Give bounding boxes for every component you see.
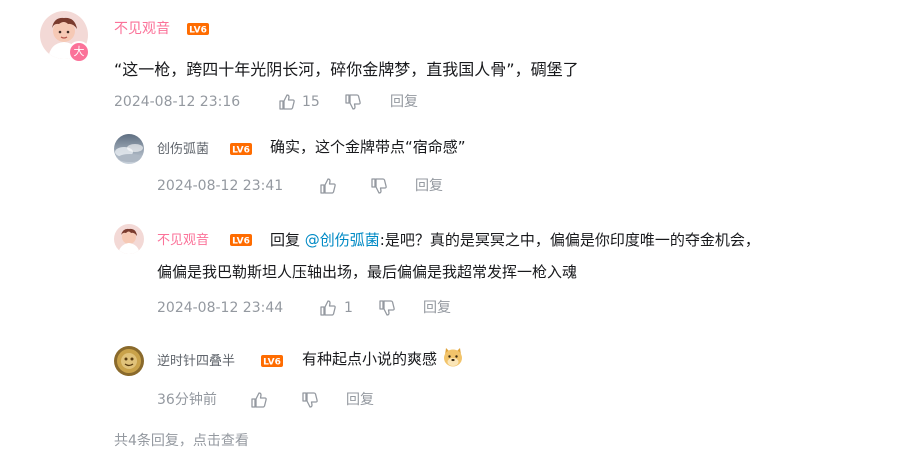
like-count: 15 xyxy=(302,94,320,110)
level-badge: LV6 xyxy=(261,355,283,367)
doge-emoji xyxy=(442,346,464,368)
level-badge: LV6 xyxy=(230,234,252,246)
reply-button[interactable]: 回复 xyxy=(390,93,418,111)
svg-text:LV6: LV6 xyxy=(263,358,281,368)
like-icon[interactable] xyxy=(278,93,296,111)
reply-meta: 2024-08-12 23:44 1 回复 xyxy=(157,299,557,317)
dislike-icon[interactable] xyxy=(344,93,362,111)
svg-text:LV6: LV6 xyxy=(189,26,207,36)
comment-text: “这一枪，跨四十年光阴长河，碎你金牌梦，直我国人骨”，碉堡了 xyxy=(114,60,579,79)
reply-text: 确实，这个金牌带点“宿命感” xyxy=(270,138,466,156)
timestamp: 2024-08-12 23:44 xyxy=(157,300,284,316)
reply-item: 不见观音 LV6 回复 @创伤弧菌:是吧？真的是冥冥之中，偏偏是你印度唯一的夺金… xyxy=(0,220,904,330)
like-icon[interactable] xyxy=(250,391,268,409)
username[interactable]: 不见观音 xyxy=(114,20,170,38)
reply-prefix: 回复 xyxy=(270,231,305,249)
like-icon[interactable] xyxy=(319,299,337,317)
timestamp: 2024-08-12 23:41 xyxy=(157,178,284,194)
timestamp: 36分钟前 xyxy=(157,392,217,408)
level-badge: LV6 xyxy=(230,143,252,155)
reply-button[interactable]: 回复 xyxy=(346,391,374,409)
main-comment: 大 不见观音 LV6 “这一枪，跨四十年光阴长河，碎你金牌梦，直我国人骨”，碉堡… xyxy=(0,0,904,120)
avatar[interactable] xyxy=(114,224,144,254)
reply-item: 逆时针四叠半 LV6 有种起点小说的爽感 36分钟前 回复 xyxy=(0,330,904,420)
svg-text:LV6: LV6 xyxy=(232,146,250,156)
svg-text:LV6: LV6 xyxy=(232,237,250,247)
reply-text: 有种起点小说的爽感 xyxy=(302,350,438,368)
avatar-vip-badge: 大 xyxy=(68,41,90,63)
reply-text-line1: 回复 @创伤弧菌:是吧？真的是冥冥之中，偏偏是你印度唯一的夺金机会， xyxy=(270,225,760,255)
username[interactable]: 不见观音 xyxy=(157,232,209,250)
username[interactable]: 逆时针四叠半 xyxy=(157,353,235,371)
reply-button[interactable]: 回复 xyxy=(423,299,451,317)
reply-summary: 共4条回复，点击查看 xyxy=(114,430,249,450)
comment-meta: 2024-08-12 23:16 15 回复 xyxy=(114,93,514,111)
mention-link[interactable]: @创伤弧菌 xyxy=(305,231,380,249)
timestamp: 2024-08-12 23:16 xyxy=(114,94,241,110)
avatar[interactable] xyxy=(114,134,144,164)
like-count: 1 xyxy=(344,300,353,316)
reply-text-row: 有种起点小说的爽感 xyxy=(302,344,464,374)
reply-item: 创伤弧菌 LV6 确实，这个金牌带点“宿命感” 2024-08-12 23:41… xyxy=(0,120,904,220)
level-badge: LV6 xyxy=(187,23,209,35)
like-icon[interactable] xyxy=(319,177,337,195)
reply-text-line2: 偏偏是我巴勒斯坦人压轴出场，最后偏偏是我超常发挥一枪入魂 xyxy=(157,263,578,281)
reply-button[interactable]: 回复 xyxy=(415,177,443,195)
username[interactable]: 创伤弧菌 xyxy=(157,141,209,159)
dislike-icon[interactable] xyxy=(301,391,319,409)
reply-text: :是吧？真的是冥冥之中，偏偏是你印度唯一的夺金机会， xyxy=(379,231,760,249)
reply-count-text: 共4条回复， xyxy=(114,433,193,449)
reply-meta: 2024-08-12 23:41 回复 xyxy=(157,177,557,195)
view-more-link[interactable]: 点击查看 xyxy=(193,433,249,449)
reply-meta: 36分钟前 回复 xyxy=(157,391,557,409)
dislike-icon[interactable] xyxy=(378,299,396,317)
avatar[interactable] xyxy=(114,346,144,376)
dislike-icon[interactable] xyxy=(370,177,388,195)
